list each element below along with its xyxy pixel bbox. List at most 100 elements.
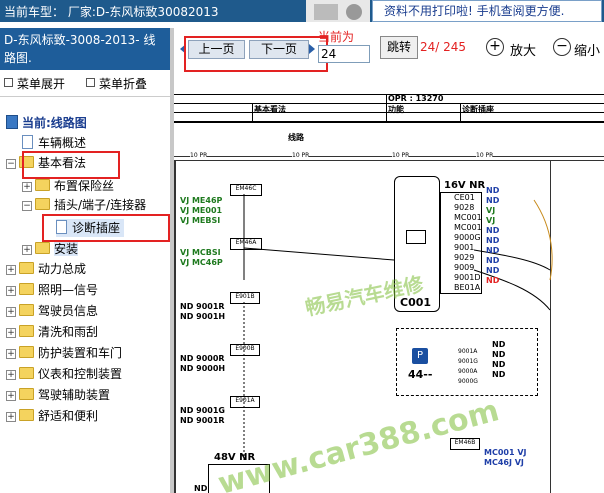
highlight-basics	[22, 151, 120, 179]
wiring-diagram[interactable]: OPR : 13270 基本看法 功能 诊断插座 线路 10 PR 10 PR …	[174, 90, 604, 493]
module-state: ND	[492, 360, 506, 369]
pin-name: 9001	[454, 243, 475, 252]
ad-text[interactable]: 资料不用打印啦! 手机查阅更方便.	[384, 2, 564, 19]
current-page-label: 当前为	[318, 30, 355, 44]
pin-name: 9029	[454, 253, 475, 262]
pin-state: ND	[486, 246, 500, 255]
tree-item-overview[interactable]: 车辆概述	[22, 134, 86, 152]
module-pin: 9000A	[458, 368, 478, 375]
pin-name: CE01	[454, 193, 475, 202]
zoom-in-icon[interactable]: +	[486, 38, 504, 56]
expand-toggle-icon[interactable]: +	[22, 182, 32, 192]
module-pin: 9001G	[458, 358, 478, 365]
collapse-label: 菜单折叠	[99, 77, 148, 91]
tree-current: 当前:线路图	[6, 114, 87, 132]
pin-state: ND	[486, 226, 500, 235]
tag: 10 PR	[292, 152, 310, 159]
page-number-input[interactable]	[318, 45, 370, 63]
pin-name: BE01A	[454, 283, 481, 292]
folder-icon	[19, 304, 34, 316]
zoom-out-button[interactable]: 缩小	[574, 40, 600, 59]
parking-brake-icon: P	[412, 348, 428, 364]
module-state: ND	[492, 350, 506, 359]
bottom-nd: ND	[194, 484, 208, 493]
collapse-menu-button[interactable]: 菜单折叠	[86, 75, 147, 92]
pin-name: 9009	[454, 263, 475, 272]
pin-state: ND	[486, 276, 500, 285]
document-icon	[22, 135, 33, 149]
strip	[174, 156, 604, 157]
expand-toggle-icon[interactable]: +	[6, 391, 16, 401]
folder-icon	[35, 242, 50, 254]
highlight-diagnostic-socket	[42, 214, 170, 242]
folder-icon	[19, 325, 34, 337]
col-diagnostic: 诊断插座	[462, 105, 494, 114]
tree-item-protection-doors[interactable]: + 防护装置和车门	[6, 344, 122, 362]
section-label: 线路	[288, 133, 304, 142]
table-rule	[174, 121, 604, 123]
tree-item-driver-info[interactable]: + 驾驶员信息	[6, 302, 98, 320]
col-basics: 基本看法	[254, 105, 286, 114]
expand-icon	[4, 78, 13, 87]
zoom-in-button[interactable]: 放大	[510, 40, 536, 59]
module-id: 44--	[408, 368, 433, 381]
expand-toggle-icon[interactable]: +	[6, 286, 16, 296]
expand-toggle-icon[interactable]: +	[6, 328, 16, 338]
expand-toggle-icon[interactable]: +	[6, 412, 16, 422]
tree-item-powertrain[interactable]: + 动力总成	[6, 260, 86, 278]
tree-item-fuses[interactable]: + 布置保险丝	[22, 177, 114, 195]
zoom-out-icon[interactable]: −	[553, 38, 571, 56]
tree-item-driving-aids[interactable]: + 驾驶辅助装置	[6, 386, 110, 404]
expand-toggle-icon[interactable]: +	[22, 245, 32, 255]
pin-name: 9001D	[454, 273, 481, 282]
col-function: 功能	[388, 105, 404, 114]
folder-icon	[19, 388, 34, 400]
collapse-toggle-icon[interactable]: −	[22, 201, 32, 211]
opr-label: OPR : 13270	[388, 94, 444, 103]
jump-button[interactable]: 跳转	[380, 36, 418, 59]
pin-state: ND	[486, 266, 500, 275]
tree-item-lighting[interactable]: + 照明—信号	[6, 281, 98, 299]
expand-toggle-icon[interactable]: +	[6, 265, 16, 275]
expand-toggle-icon[interactable]: +	[6, 307, 16, 317]
socket-icon	[406, 230, 426, 244]
tag: 10 PR	[190, 152, 208, 159]
pin-state: ND	[486, 256, 500, 265]
folder-icon	[19, 409, 34, 421]
folder-icon	[35, 198, 50, 210]
collapse-toggle-icon[interactable]: −	[6, 159, 16, 169]
tree-item-wash-wipe[interactable]: + 清洗和雨刮	[6, 323, 98, 341]
expand-label: 菜单展开	[17, 77, 66, 91]
table-rule	[386, 94, 387, 122]
tree-item-install[interactable]: + 安装	[22, 240, 79, 258]
pin-name: MC001	[454, 213, 482, 222]
expand-toggle-icon[interactable]: +	[6, 349, 16, 359]
connector-title: 16V NR	[444, 180, 486, 191]
tree-item-connectors[interactable]: − 插头/端子/连接器	[22, 196, 146, 214]
tag: 10 PR	[392, 152, 410, 159]
page-count: 24/ 245	[420, 40, 467, 54]
wire-label: MC001 VJ	[484, 448, 527, 457]
tree-item-instruments[interactable]: + 仪表和控制装置	[6, 365, 122, 383]
pin-state: ND	[486, 236, 500, 245]
pin-state: ND	[486, 196, 500, 205]
pin-state: ND	[486, 186, 500, 195]
vehicle-label: 当前车型： 厂家:D-东风标致30082013	[4, 5, 219, 19]
pin-name: MC001	[454, 223, 482, 232]
module-state: ND	[492, 370, 506, 379]
book-icon	[6, 115, 18, 129]
tree-item-comfort[interactable]: + 舒适和便利	[6, 407, 98, 425]
module-pin: 9000G	[458, 378, 478, 385]
folder-icon	[19, 283, 34, 295]
expand-toggle-icon[interactable]: +	[6, 370, 16, 380]
module-state: ND	[492, 340, 506, 349]
table-rule	[460, 103, 461, 122]
ad-graphic-icon	[306, 0, 370, 24]
module-pin: 9001A	[458, 348, 478, 355]
highlight-page-nav	[184, 36, 328, 72]
wire-label: MC46J VJ	[484, 458, 524, 467]
folder-icon	[19, 367, 34, 379]
collapse-icon	[86, 78, 95, 87]
model-title: D-东风标致-3008-2013- 线路图.	[4, 33, 156, 65]
expand-menu-button[interactable]: 菜单展开	[4, 75, 65, 92]
